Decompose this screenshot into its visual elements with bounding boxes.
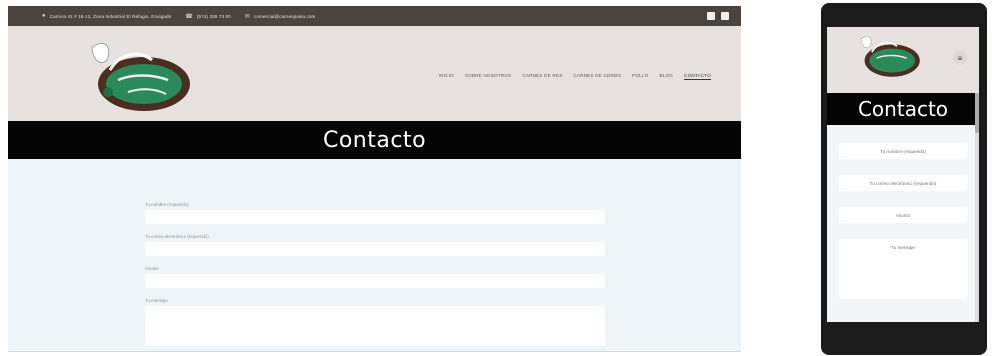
mobile-contact-form: Tu nombre (requerido) Tu correo electrón… [827,125,979,299]
mobile-header: ≡ [827,27,979,93]
name-label: Tu nombre (requerido) [145,202,189,207]
subject-label: Asunto [145,266,159,271]
mobile-name-input[interactable]: Tu nombre (requerido) [839,143,967,159]
top-bar: ● Carrera 42 # 18-12, Zona Industrial El… [8,6,741,26]
location-icon: ● [42,13,46,19]
email-label: Tu correo electrónico (requerido) [145,234,209,239]
hamburger-menu-icon[interactable]: ≡ [953,51,967,65]
main-nav: INICIO SOBRE NOSOTROS CARNES DE RES CARN… [439,73,711,78]
mobile-brand-logo[interactable] [855,33,927,81]
brand-logo[interactable] [82,40,202,116]
page-title-banner: Contacto [8,121,741,159]
instagram-icon[interactable] [721,12,729,20]
nav-item-sobre-nosotros[interactable]: SOBRE NOSOTROS [465,73,511,78]
facebook-icon[interactable] [707,12,715,20]
email-text: comercial@carnespaisa.com [253,13,316,19]
nav-item-blog[interactable]: BLOG [659,73,673,78]
showcase-stage: ● Carrera 42 # 18-12, Zona Industrial El… [0,0,992,356]
name-input[interactable] [145,210,605,224]
mobile-scrollbar[interactable] [975,93,979,322]
nav-item-carnes-cerdo[interactable]: CARNES DE CERDO [573,73,621,78]
phone-icon: ☎ [185,13,193,20]
mobile-title-banner: Contacto [827,93,979,125]
nav-item-pollo[interactable]: POLLO [632,73,648,78]
page-title: Contacto [322,127,427,153]
nav-item-contacto[interactable]: CONTACTO [684,73,711,78]
mail-icon: ✉ [244,13,250,20]
phone-frame: ≡ Contacto Tu nombre (requerido) Tu corr… [821,3,987,355]
nav-item-inicio[interactable]: INICIO [439,73,454,78]
phone-info[interactable]: ☎ (574) 339 73 00 [185,13,231,20]
message-label: Tu mensaje [145,298,168,303]
message-textarea[interactable] [145,306,605,346]
address-text: Carrera 42 # 18-12, Zona Industrial El R… [49,13,172,19]
social-links [707,12,729,20]
site-header: INICIO SOBRE NOSOTROS CARNES DE RES CARN… [8,26,741,121]
mobile-page-title: Contacto [857,97,949,121]
phone-text: (574) 339 73 00 [196,13,231,19]
mobile-subject-input[interactable]: Asunto [839,207,967,223]
nav-item-carnes-res[interactable]: CARNES DE RES [522,73,562,78]
email-input[interactable] [145,242,605,256]
mobile-email-input[interactable]: Tu correo electrónico (requerido) [839,175,967,191]
email-info[interactable]: ✉ comercial@carnespaisa.com [245,13,316,20]
scrollbar-thumb[interactable] [975,93,979,133]
subject-input[interactable] [145,274,605,288]
mobile-screen: ≡ Contacto Tu nombre (requerido) Tu corr… [827,27,979,322]
desktop-view: ● Carrera 42 # 18-12, Zona Industrial El… [8,6,741,352]
contact-form: Tu nombre (requerido) Tu correo electrón… [145,202,605,351]
address-info: ● Carrera 42 # 18-12, Zona Industrial El… [42,13,171,19]
mobile-message-textarea[interactable]: Tu mensaje [839,239,967,299]
